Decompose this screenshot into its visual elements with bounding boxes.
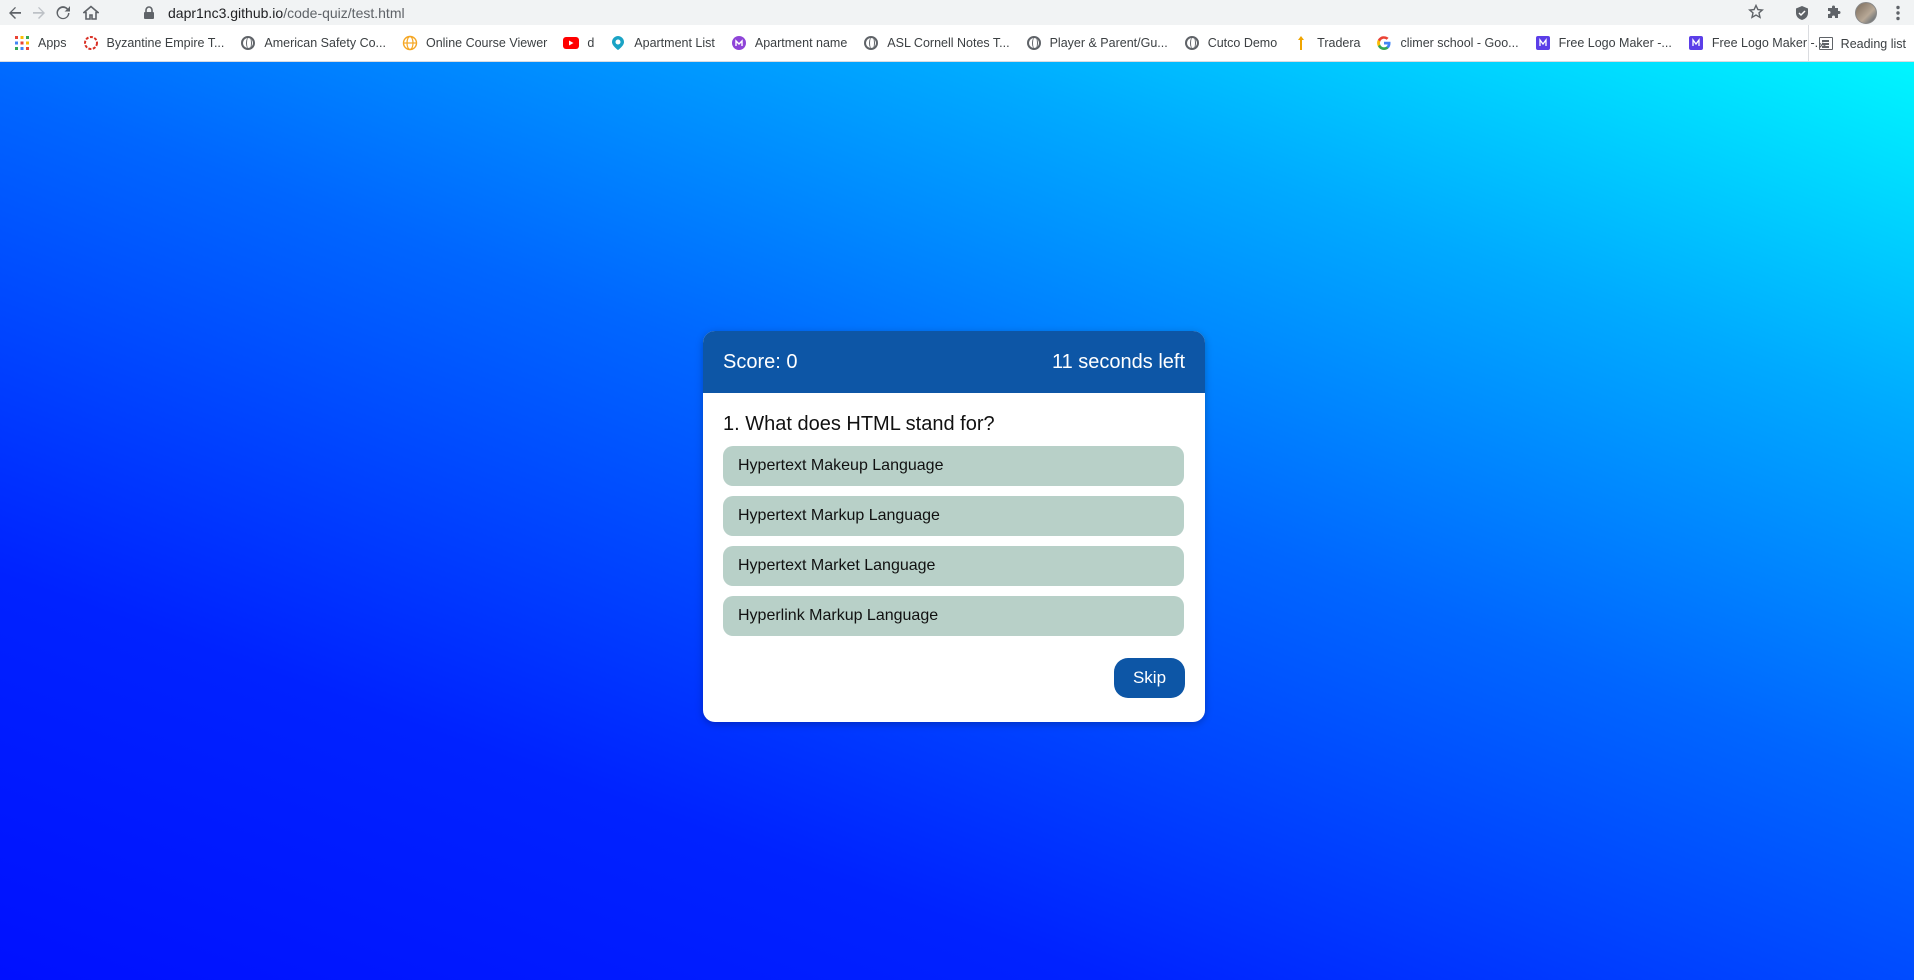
globe-icon bbox=[240, 35, 256, 51]
forward-icon bbox=[33, 6, 45, 19]
bookmark-byzantine[interactable]: Byzantine Empire T... bbox=[75, 29, 233, 57]
bookmark-apps[interactable]: Apps bbox=[6, 29, 75, 57]
shield-icon[interactable] bbox=[1786, 0, 1818, 25]
back-button[interactable] bbox=[3, 1, 27, 25]
apartment-list-icon bbox=[610, 35, 626, 51]
bookmark-label: Apps bbox=[38, 36, 67, 50]
bookmark-apartment-name[interactable]: Apartment name bbox=[723, 29, 855, 57]
logo-maker-icon bbox=[1688, 35, 1704, 51]
reload-icon bbox=[56, 5, 70, 19]
tradera-icon bbox=[1293, 35, 1309, 51]
ring-icon bbox=[83, 35, 99, 51]
bookmark-apartment-list[interactable]: Apartment List bbox=[602, 29, 723, 57]
score-display: Score: 0 bbox=[723, 350, 798, 373]
url-path: /code-quiz/test.html bbox=[283, 4, 405, 21]
globe-icon bbox=[1184, 35, 1200, 51]
page-background: Score: 0 11 seconds left 1. What does HT… bbox=[0, 62, 1914, 980]
browser-toolbar: dapr1nc3.github.io/code-quiz/test.html bbox=[0, 0, 1914, 25]
bookmark-label: d bbox=[587, 36, 595, 50]
timer-display: 11 seconds left bbox=[1051, 350, 1185, 373]
bookmark-label: Byzantine Empire T... bbox=[106, 36, 225, 50]
forward-button[interactable] bbox=[27, 1, 51, 25]
bookmark-label: climer school - Goo... bbox=[1400, 36, 1519, 50]
reading-list-label: Reading list bbox=[1840, 36, 1906, 51]
bookmark-label: American Safety Co... bbox=[264, 36, 386, 50]
quiz-header: Score: 0 11 seconds left bbox=[703, 331, 1205, 393]
menu-icon[interactable] bbox=[1882, 0, 1914, 25]
quiz-card: Score: 0 11 seconds left 1. What does HT… bbox=[703, 331, 1205, 722]
reload-button[interactable] bbox=[51, 1, 75, 25]
bookmark-asl-cornell[interactable]: ASL Cornell Notes T... bbox=[855, 29, 1017, 57]
bookmark-label: Apartment List bbox=[634, 36, 715, 50]
url-text: dapr1nc3.github.io/code-quiz/test.html bbox=[168, 5, 405, 21]
bookmark-american-safety[interactable]: American Safety Co... bbox=[232, 29, 394, 57]
bookmark-tradera[interactable]: Tradera bbox=[1285, 29, 1368, 57]
bookmark-free-logo-maker-1[interactable]: Free Logo Maker -... bbox=[1527, 29, 1680, 57]
star-icon[interactable] bbox=[1748, 3, 1764, 25]
bookmark-cutco[interactable]: Cutco Demo bbox=[1176, 29, 1285, 57]
address-bar[interactable]: dapr1nc3.github.io/code-quiz/test.html bbox=[134, 1, 1770, 24]
purple-logo-icon bbox=[731, 35, 747, 51]
skip-button[interactable]: Skip bbox=[1114, 658, 1185, 698]
answer-option-1[interactable]: Hypertext Makeup Language bbox=[723, 446, 1184, 486]
bookmark-label: Online Course Viewer bbox=[425, 36, 548, 50]
bookmark-youtube[interactable]: d bbox=[555, 29, 602, 57]
answer-option-4[interactable]: Hyperlink Markup Language bbox=[723, 596, 1184, 636]
url-host: dapr1nc3.github.io bbox=[168, 4, 284, 21]
bookmark-climer-school[interactable]: climer school - Goo... bbox=[1368, 29, 1526, 57]
bookmark-label: Tradera bbox=[1317, 36, 1361, 50]
answer-option-2[interactable]: Hypertext Markup Language bbox=[723, 496, 1184, 536]
bookmark-online-course[interactable]: Online Course Viewer bbox=[394, 29, 555, 57]
bookmark-label: Free Logo Maker -... bbox=[1558, 36, 1672, 50]
apps-grid-icon bbox=[14, 35, 30, 51]
google-icon bbox=[1376, 35, 1392, 51]
youtube-icon bbox=[563, 35, 580, 51]
quiz-footer: Skip bbox=[723, 646, 1185, 698]
reading-list-button[interactable]: Reading list bbox=[1807, 25, 1906, 62]
home-icon bbox=[83, 4, 99, 20]
back-icon bbox=[9, 6, 21, 19]
globe-orange-icon bbox=[402, 35, 418, 51]
home-button[interactable] bbox=[79, 1, 103, 25]
question-text: 1. What does HTML stand for? bbox=[723, 413, 995, 435]
reading-list-icon bbox=[1818, 37, 1833, 50]
puzzle-icon[interactable] bbox=[1818, 0, 1850, 25]
profile-avatar[interactable] bbox=[1850, 0, 1882, 25]
bookmark-label: Player & Parent/Gu... bbox=[1049, 36, 1168, 50]
bookmark-label: Cutco Demo bbox=[1207, 36, 1278, 50]
avatar bbox=[1855, 1, 1877, 24]
globe-icon bbox=[863, 35, 879, 51]
lock-icon bbox=[140, 4, 158, 22]
bookmark-player-parent[interactable]: Player & Parent/Gu... bbox=[1018, 29, 1176, 57]
bookmark-label: ASL Cornell Notes T... bbox=[887, 36, 1010, 50]
bookmark-label: Apartment name bbox=[754, 36, 848, 50]
quiz-body: 1. What does HTML stand for? Hypertext M… bbox=[703, 393, 1205, 698]
toolbar-right-icons bbox=[1786, 0, 1914, 25]
bookmarks-bar: Apps Byzantine Empire T... American Safe… bbox=[0, 25, 1914, 62]
answer-option-3[interactable]: Hypertext Market Language bbox=[723, 546, 1184, 586]
logo-maker-icon bbox=[1535, 35, 1551, 51]
globe-icon bbox=[1026, 35, 1042, 51]
